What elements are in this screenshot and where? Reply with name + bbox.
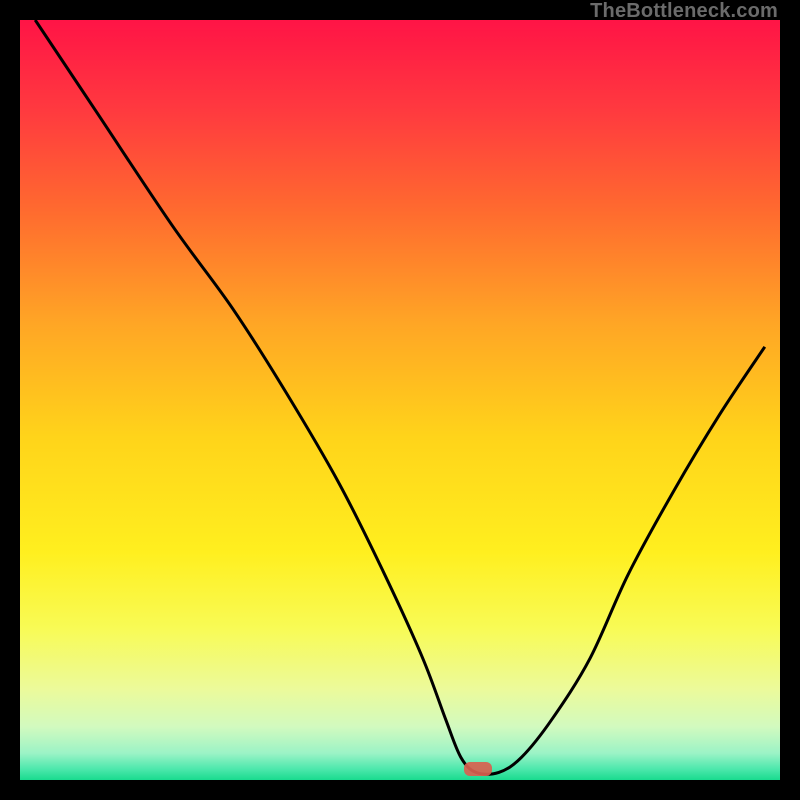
chart-container: TheBottleneck.com: [0, 0, 800, 800]
bottleneck-curve: [20, 20, 780, 780]
optimal-marker: [464, 762, 492, 776]
plot-area: [20, 20, 780, 780]
